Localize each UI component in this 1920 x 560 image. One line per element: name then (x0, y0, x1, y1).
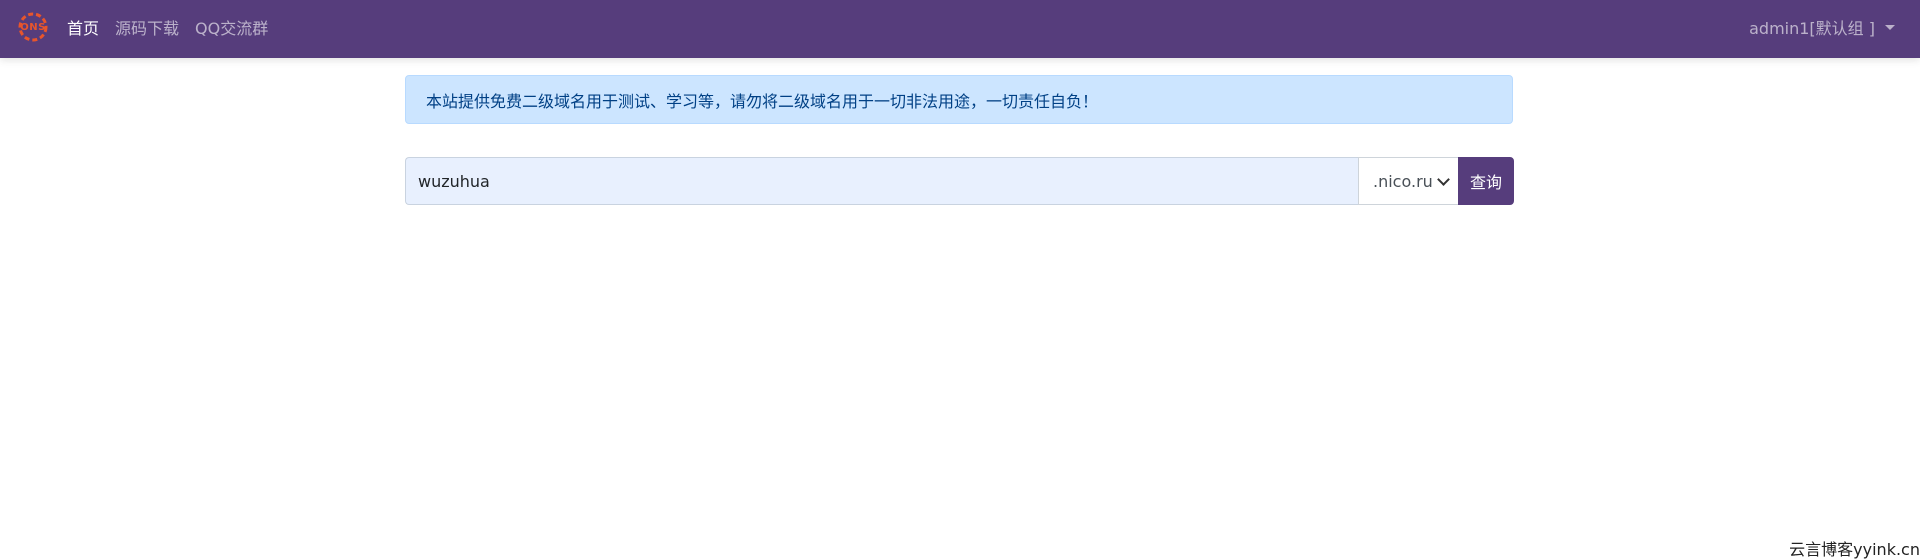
domain-suffix-value: .nico.ru (1373, 171, 1433, 191)
domain-suffix-select[interactable]: .nico.ru (1358, 157, 1458, 205)
nav-link-qq-group[interactable]: QQ交流群 (195, 15, 268, 39)
notice-alert: 本站提供免费二级域名用于测试、学习等，请勿将二级域名用于一切非法用途，一切责任自… (405, 75, 1513, 124)
brand-logo-text: ONS (20, 21, 46, 33)
nav-link-source-download[interactable]: 源码下载 (115, 15, 179, 39)
subdomain-input[interactable] (405, 157, 1358, 205)
chevron-down-icon (1437, 172, 1450, 186)
nav-link-home[interactable]: 首页 (67, 15, 99, 39)
user-menu-label: admin1[默认组 ] (1749, 19, 1875, 38)
user-menu-dropdown[interactable]: admin1[默认组 ] (1749, 0, 1895, 54)
notice-text: 本站提供免费二级域名用于测试、学习等，请勿将二级域名用于一切非法用途，一切责任自… (426, 91, 1099, 111)
domain-search-group: .nico.ru 查询 (405, 157, 1514, 205)
caret-down-icon (1885, 24, 1895, 30)
nav-links: 首页 源码下载 QQ交流群 (67, 0, 284, 54)
top-navbar: ONS 首页 源码下载 QQ交流群 admin1[默认组 ] (0, 0, 1920, 58)
brand-logo[interactable]: ONS (15, 9, 51, 45)
query-button[interactable]: 查询 (1458, 157, 1514, 205)
watermark-text: 云言博客yyink.cn (1789, 540, 1920, 559)
